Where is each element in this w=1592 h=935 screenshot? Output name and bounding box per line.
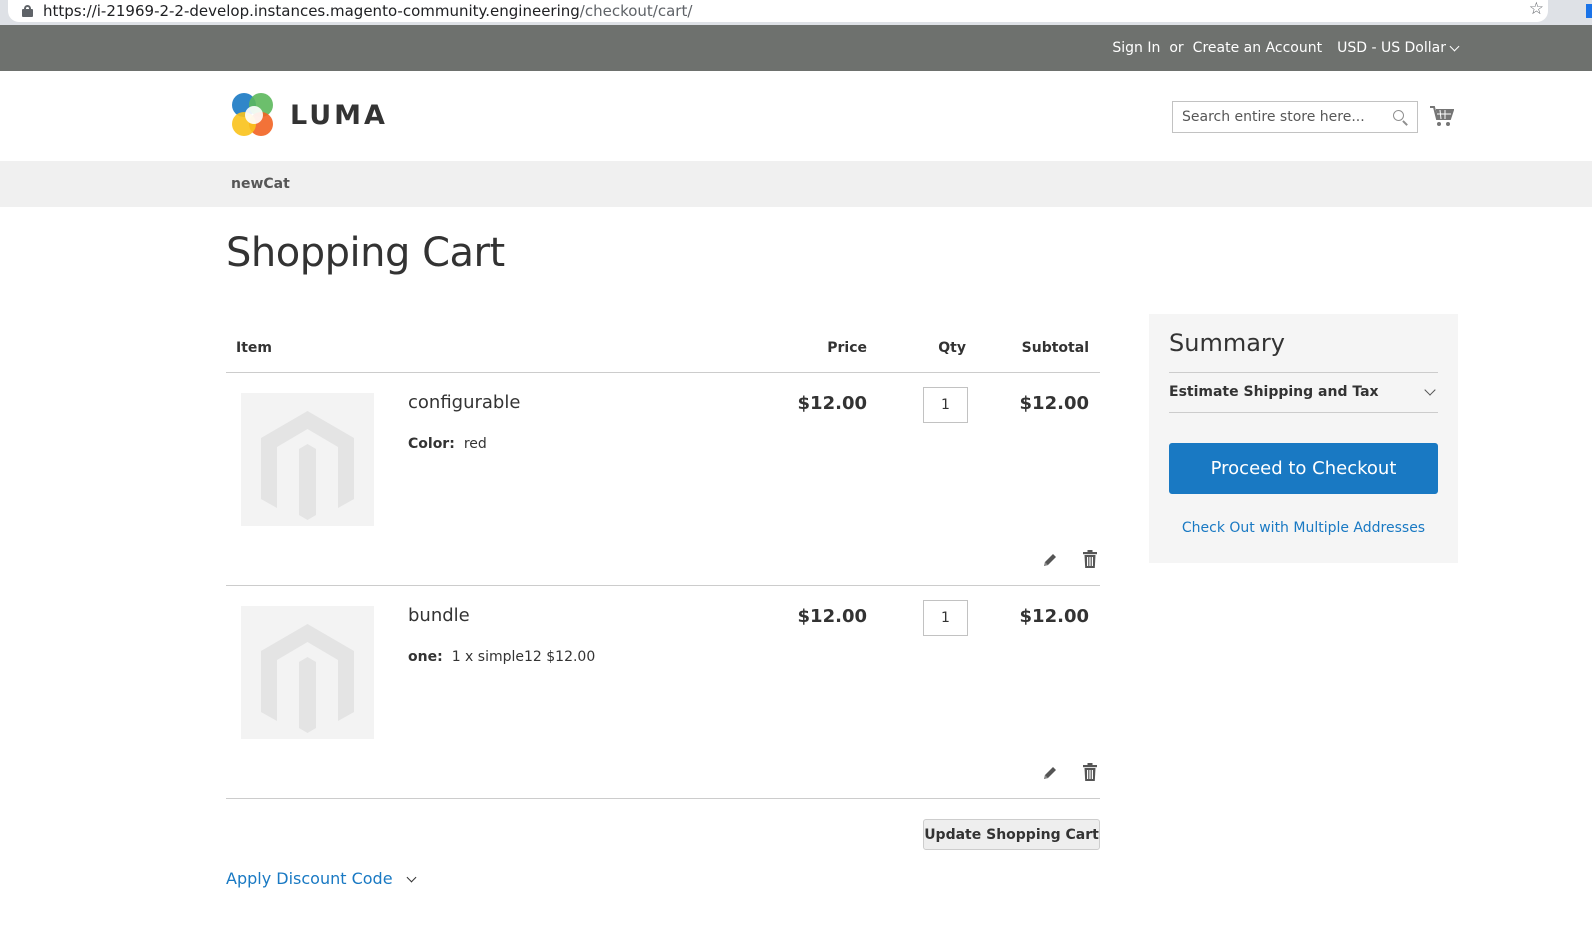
product-option: one: 1 x simple12 $12.00 <box>408 649 595 665</box>
option-value: red <box>463 436 487 452</box>
product-thumbnail-placeholder[interactable] <box>241 606 374 739</box>
cart-icon[interactable] <box>1430 105 1454 127</box>
search-box <box>1172 101 1418 133</box>
search-input[interactable] <box>1173 102 1383 132</box>
chevron-down-icon <box>406 872 416 882</box>
summary-title: Summary <box>1169 329 1285 357</box>
proceed-to-checkout-button[interactable]: Proceed to Checkout <box>1169 443 1438 494</box>
page-title: Shopping Cart <box>226 230 505 276</box>
column-header-subtotal: Subtotal <box>1021 340 1089 356</box>
currency-label: USD - US Dollar <box>1337 40 1446 56</box>
or-separator: or <box>1169 40 1184 56</box>
option-label: one: <box>408 649 443 665</box>
logo-text: LUMA <box>290 99 388 131</box>
apply-discount-toggle[interactable]: Apply Discount Code <box>226 869 416 888</box>
product-name-link[interactable]: configurable <box>408 392 520 413</box>
sign-in-link[interactable]: Sign In <box>1112 40 1160 56</box>
estimate-shipping-toggle[interactable]: Estimate Shipping and Tax <box>1169 384 1379 400</box>
bookmark-star-icon[interactable]: ☆ <box>1529 0 1544 19</box>
cart-row: configurable Color: red $12.00 $12.00 <box>226 373 1100 585</box>
column-header-item: Item <box>236 340 272 356</box>
trash-icon[interactable] <box>1083 550 1097 568</box>
store-logo[interactable]: LUMA <box>232 93 388 137</box>
create-account-link[interactable]: Create an Account <box>1193 40 1322 56</box>
cart-row: bundle one: 1 x simple12 $12.00 $12.00 $1… <box>226 586 1100 798</box>
column-header-qty: Qty <box>938 340 966 356</box>
discount-label: Apply Discount Code <box>226 869 393 888</box>
item-subtotal: $12.00 <box>1019 393 1089 414</box>
browser-url-bar: https://i-21969-2-2-develop.instances.ma… <box>0 0 1592 25</box>
divider <box>1169 372 1438 373</box>
update-cart-button[interactable]: Update Shopping Cart <box>923 819 1100 850</box>
trash-icon[interactable] <box>1083 763 1097 781</box>
search-icon[interactable] <box>1393 110 1408 126</box>
chevron-down-icon <box>1449 41 1460 51</box>
chevron-down-icon[interactable] <box>1424 384 1436 396</box>
address-field[interactable]: https://i-21969-2-2-develop.instances.ma… <box>8 0 1548 22</box>
item-price: $12.00 <box>797 606 867 627</box>
item-price: $12.00 <box>797 393 867 414</box>
edit-pencil-icon[interactable] <box>1042 552 1058 568</box>
nav-item-newcat[interactable]: newCat <box>231 176 290 192</box>
multiple-addresses-link[interactable]: Check Out with Multiple Addresses <box>1149 520 1458 536</box>
header-panel: Sign In or Create an Account USD - US Do… <box>0 25 1592 71</box>
qty-input[interactable] <box>923 600 968 636</box>
cart-summary: Summary Estimate Shipping and Tax Procee… <box>1149 314 1458 563</box>
divider <box>1169 412 1438 413</box>
extension-icon[interactable] <box>1586 4 1592 18</box>
divider <box>226 798 1100 799</box>
lock-icon <box>22 5 33 17</box>
product-thumbnail-placeholder[interactable] <box>241 393 374 526</box>
luma-logo-icon <box>232 93 276 137</box>
product-option: Color: red <box>408 436 487 452</box>
edit-pencil-icon[interactable] <box>1042 765 1058 781</box>
option-label: Color: <box>408 436 455 452</box>
option-value: 1 x simple12 $12.00 <box>451 649 596 665</box>
url-host: https://i-21969-2-2-develop.instances.ma… <box>43 2 580 20</box>
main-navigation: newCat <box>0 161 1592 207</box>
qty-input[interactable] <box>923 387 968 423</box>
product-name-link[interactable]: bundle <box>408 605 470 626</box>
item-subtotal: $12.00 <box>1019 606 1089 627</box>
currency-switcher[interactable]: USD - US Dollar <box>1337 40 1460 56</box>
column-header-price: Price <box>827 340 867 356</box>
url-path: /checkout/cart/ <box>579 2 693 20</box>
